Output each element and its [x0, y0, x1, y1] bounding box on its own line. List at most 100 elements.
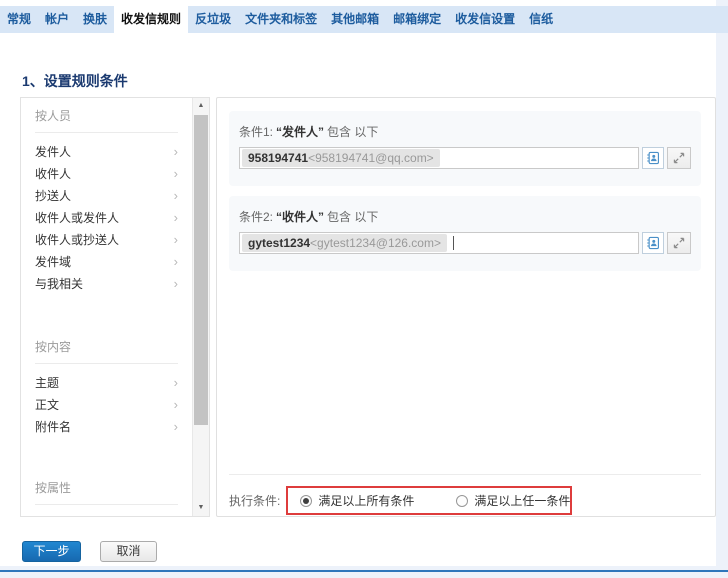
chevron-right-icon: › [174, 163, 178, 185]
sidebar-item-label: 发件域 [35, 251, 71, 273]
chevron-right-icon: › [174, 141, 178, 163]
sidebar-item-label: 抄送人 [35, 185, 71, 207]
sidebar-item-priority[interactable]: 优先级 › [21, 513, 192, 516]
sidebar-item-recipient[interactable]: 收件人 › [21, 163, 192, 185]
sidebar-item-label: 收件人 [35, 163, 71, 185]
condition2-group: 条件2:“收件人”包含 以下 gytest1234<gytest1234@126… [229, 196, 701, 271]
tab-stationery[interactable]: 信纸 [522, 6, 560, 33]
radio-option-label: 满足以上所有条件 [318, 492, 414, 509]
address-book-button[interactable] [642, 232, 664, 254]
radio-option-match-any[interactable]: 满足以上任一条件 [456, 492, 570, 509]
chevron-right-icon: › [174, 207, 178, 229]
sidebar-item-label: 优先级 [35, 513, 71, 516]
radio-selected-icon[interactable] [300, 495, 312, 507]
chevron-right-icon: › [174, 394, 178, 416]
chevron-right-icon: › [174, 251, 178, 273]
condition1-operator: 包含 以下 [327, 125, 378, 139]
sidebar-item-label: 收件人或抄送人 [35, 229, 119, 251]
divider [35, 132, 178, 133]
red-highlight-annotation: 满足以上所有条件 满足以上任一条件 [286, 486, 572, 515]
sidebar-item-attachment-name[interactable]: 附件名 › [21, 416, 192, 438]
cancel-button[interactable]: 取消 [100, 541, 157, 562]
sidebar-item-recipient-or-sender[interactable]: 收件人或发件人 › [21, 207, 192, 229]
execution-condition-row: 执行条件: 满足以上所有条件 满足以上任一条件 [229, 486, 572, 515]
chevron-right-icon: › [174, 273, 178, 295]
expand-icon [673, 152, 685, 164]
sidebar-item-label: 收件人或发件人 [35, 207, 119, 229]
sidebar-item-label: 主题 [35, 372, 59, 394]
text-caret [453, 236, 454, 250]
scroll-up-icon[interactable]: ▲ [193, 98, 209, 114]
scroll-down-icon[interactable]: ▼ [193, 500, 209, 516]
divider [35, 504, 178, 505]
sidebar-item-recipient-or-cc[interactable]: 收件人或抄送人 › [21, 229, 192, 251]
tab-mailbox-binding[interactable]: 邮箱绑定 [386, 6, 448, 33]
radio-option-match-all[interactable]: 满足以上所有条件 [300, 492, 414, 509]
sidebar-item-cc[interactable]: 抄送人 › [21, 185, 192, 207]
contact-name: 958194741 [248, 151, 308, 165]
radio-option-label: 满足以上任一条件 [474, 492, 570, 509]
rule-conditions-panel: 条件1:“发件人”包含 以下 958194741<958194741@qq.co… [216, 97, 716, 517]
contact-name: gytest1234 [248, 236, 310, 250]
condition2-address-input[interactable]: gytest1234<gytest1234@126.com> [239, 232, 639, 254]
chevron-right-icon: › [174, 416, 178, 438]
tab-anti-spam[interactable]: 反垃圾 [188, 6, 238, 33]
contact-email: <958194741@qq.com> [308, 151, 434, 165]
expand-icon [673, 237, 685, 249]
sidebar-item-label: 发件人 [35, 141, 71, 163]
condition1-field: “发件人” [276, 125, 324, 139]
sidebar-item-sender-domain[interactable]: 发件域 › [21, 251, 192, 273]
scrollbar-thumb[interactable] [194, 115, 208, 425]
tab-send-receive-settings[interactable]: 收发信设置 [448, 6, 522, 33]
page-title: 1、设置规则条件 [22, 71, 128, 91]
sidebar-section-by-person: 按人员 [35, 108, 192, 124]
chevron-right-icon: › [174, 229, 178, 251]
tab-skin[interactable]: 换肤 [76, 6, 114, 33]
sidebar-list: 按人员 发件人 › 收件人 › 抄送人 › 收件人或发件人 › 收件人或抄送人 … [21, 98, 192, 516]
condition2-prefix: 条件2: [239, 210, 273, 224]
sidebar-item-body[interactable]: 正文 › [21, 394, 192, 416]
condition2-label: 条件2:“收件人”包含 以下 [239, 209, 691, 225]
condition1-label: 条件1:“发件人”包含 以下 [239, 124, 691, 140]
rule-category-sidebar: 按人员 发件人 › 收件人 › 抄送人 › 收件人或发件人 › 收件人或抄送人 … [20, 97, 210, 517]
execution-condition-label: 执行条件: [229, 492, 280, 509]
sidebar-item-related-to-me[interactable]: 与我相关 › [21, 273, 192, 295]
condition2-operator: 包含 以下 [327, 210, 378, 224]
contact-chip[interactable]: gytest1234<gytest1234@126.com> [242, 234, 447, 252]
expand-button[interactable] [667, 232, 691, 254]
sidebar-item-sender[interactable]: 发件人 › [21, 141, 192, 163]
tab-other-mailboxes[interactable]: 其他邮箱 [324, 6, 386, 33]
next-step-button[interactable]: 下一步 [22, 541, 81, 562]
radio-unselected-icon[interactable] [456, 495, 468, 507]
bottom-divider-line [0, 570, 728, 572]
chevron-right-icon: › [174, 185, 178, 207]
sidebar-scrollbar[interactable]: ▲ ▼ [192, 98, 209, 516]
address-book-icon [646, 151, 660, 165]
tab-send-receive-rules[interactable]: 收发信规则 [114, 3, 188, 33]
condition1-group: 条件1:“发件人”包含 以下 958194741<958194741@qq.co… [229, 111, 701, 186]
contact-chip[interactable]: 958194741<958194741@qq.com> [242, 149, 440, 167]
expand-button[interactable] [667, 147, 691, 169]
condition1-input-row: 958194741<958194741@qq.com> [239, 147, 691, 169]
contact-email: <gytest1234@126.com> [310, 236, 441, 250]
tab-general[interactable]: 常规 [0, 6, 38, 33]
settings-tab-bar: 常规 帐户 换肤 收发信规则 反垃圾 文件夹和标签 其他邮箱 邮箱绑定 收发信设… [0, 6, 728, 33]
address-book-button[interactable] [642, 147, 664, 169]
sidebar-item-label: 与我相关 [35, 273, 83, 295]
chevron-right-icon: › [174, 372, 178, 394]
condition2-input-row: gytest1234<gytest1234@126.com> [239, 232, 691, 254]
address-book-icon [646, 236, 660, 250]
condition1-address-input[interactable]: 958194741<958194741@qq.com> [239, 147, 639, 169]
chevron-right-icon: › [174, 513, 178, 516]
tab-folders-and-labels[interactable]: 文件夹和标签 [238, 6, 324, 33]
condition2-field: “收件人” [276, 210, 324, 224]
sidebar-section-by-content: 按内容 [35, 339, 192, 355]
sidebar-item-label: 正文 [35, 394, 59, 416]
divider [229, 474, 701, 475]
mail-settings-page: 常规 帐户 换肤 收发信规则 反垃圾 文件夹和标签 其他邮箱 邮箱绑定 收发信设… [0, 0, 728, 578]
tab-account[interactable]: 帐户 [38, 6, 76, 33]
divider [35, 363, 178, 364]
sidebar-item-subject[interactable]: 主题 › [21, 372, 192, 394]
sidebar-item-label: 附件名 [35, 416, 71, 438]
sidebar-section-by-attribute: 按属性 [35, 480, 192, 496]
